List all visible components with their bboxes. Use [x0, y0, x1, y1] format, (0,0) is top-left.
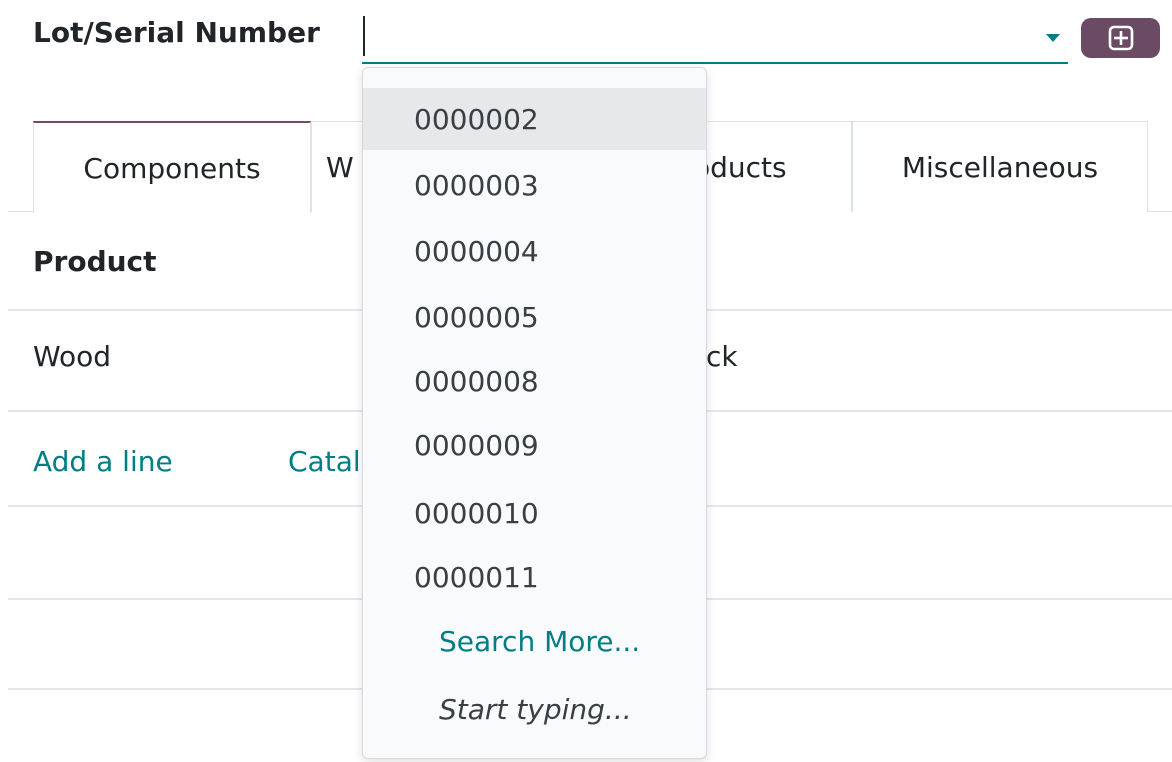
tab-label: oducts: [693, 150, 787, 184]
cell-partial: ck: [706, 340, 738, 373]
cell-product[interactable]: Wood: [33, 340, 111, 373]
autocomplete-dropdown: 0000002 0000003 0000004 0000005 0000008 …: [362, 67, 707, 759]
start-typing-hint: Start typing...: [439, 692, 632, 726]
catalog-link[interactable]: Catal: [288, 445, 361, 478]
add-line-link[interactable]: Add a line: [33, 445, 173, 478]
plus-square-icon: [1108, 25, 1133, 51]
tab-components[interactable]: Components: [33, 121, 311, 213]
column-header-product: Product: [33, 245, 157, 278]
dropdown-item[interactable]: 0000010: [363, 482, 706, 544]
internal-link-button[interactable]: [1081, 18, 1160, 58]
tab-miscellaneous[interactable]: Miscellaneous: [852, 121, 1148, 212]
dropdown-item[interactable]: 0000005: [363, 286, 706, 348]
text-cursor: [363, 16, 365, 56]
tab-label: Components: [83, 151, 261, 185]
dropdown-item[interactable]: 0000002: [363, 88, 706, 150]
tab-label: W: [326, 150, 354, 184]
dropdown-item[interactable]: 0000003: [363, 154, 706, 216]
lot-serial-input[interactable]: [362, 12, 1068, 64]
chevron-down-icon[interactable]: [1046, 34, 1060, 42]
dropdown-item[interactable]: 0000009: [363, 414, 706, 476]
search-more-link[interactable]: Search More...: [363, 610, 706, 672]
dropdown-item[interactable]: 0000008: [363, 350, 706, 412]
tab-label: Miscellaneous: [901, 150, 1099, 184]
dropdown-item[interactable]: 0000004: [363, 220, 706, 282]
lot-serial-label: Lot/Serial Number: [33, 16, 320, 49]
dropdown-item[interactable]: 0000011: [363, 546, 706, 608]
